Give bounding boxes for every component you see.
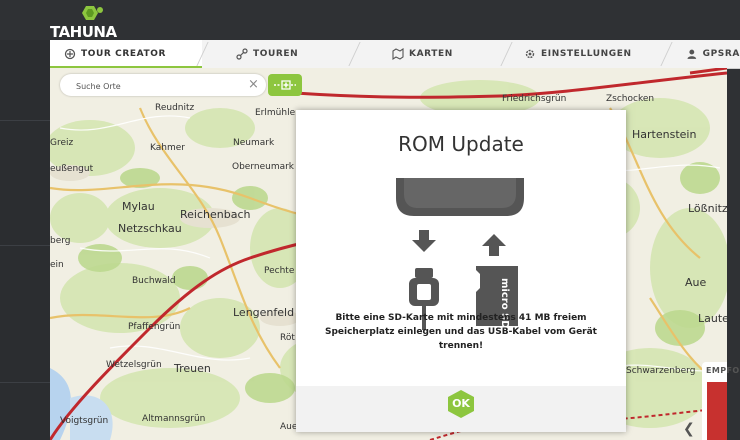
- tour-creator-icon: [64, 48, 76, 60]
- map-town-label: Erlmühle: [255, 108, 296, 118]
- map-town-label: Lauter: [698, 312, 727, 325]
- dialog-title: ROM Update: [398, 132, 524, 156]
- map-town-label: Netzschkau: [118, 222, 182, 235]
- dialog-message-line: Bitte eine SD-Karte mit mindestens 41 MB…: [335, 313, 587, 323]
- dialog-message-line: Speicherplatz einlegen und das USB-Kabel…: [324, 327, 597, 351]
- map-town-label: Neumark: [233, 138, 275, 148]
- map-town-label: Wetzelsgrün: [106, 360, 162, 370]
- map-town-label: Kahmer: [150, 143, 185, 153]
- map-town-label: ein: [50, 260, 64, 270]
- route-icon: [236, 48, 248, 60]
- arrow-down-icon: [412, 230, 436, 252]
- add-waypoint-icon: [274, 80, 296, 90]
- left-edge: [0, 40, 50, 440]
- gear-icon: [525, 49, 535, 59]
- recommendations-panel[interactable]: EMPFO: [702, 362, 739, 440]
- map-icon: [392, 48, 404, 60]
- map-town-label: Greiz: [50, 138, 74, 148]
- search-input[interactable]: [74, 77, 243, 95]
- tab-label: TOUR CREATOR: [81, 49, 167, 59]
- map-town-label: eußengut: [50, 164, 94, 174]
- map-town-label: Pfaffengrün: [128, 322, 181, 332]
- main-tabs: TOUR CREATOR TOUREN KARTEN EINSTELLUNGEN…: [50, 40, 740, 69]
- map-town-label: Pechte: [264, 266, 295, 276]
- tab-touren[interactable]: TOUREN: [236, 40, 346, 68]
- tab-label: TOUREN: [253, 49, 299, 59]
- dialog-message: Bitte eine SD-Karte mit mindestens 41 MB…: [306, 311, 616, 353]
- user-icon: [687, 49, 697, 59]
- logo-turtle-icon: [82, 6, 103, 20]
- map-town-label: Lößnitz: [688, 202, 727, 215]
- tab-label: EINSTELLUNGEN: [541, 49, 632, 59]
- panel-collapse-chevron-icon[interactable]: ❮: [683, 418, 701, 440]
- map-town-label: Hartenstein: [632, 128, 697, 141]
- ok-button[interactable]: OK: [446, 389, 476, 419]
- map-town-label: Altmannsgrün: [142, 414, 206, 424]
- map-town-label: Voigtsgrün: [60, 416, 109, 426]
- tab-label: KARTEN: [409, 49, 453, 59]
- tab-gpsra[interactable]: GPSRA: [686, 40, 740, 68]
- map-town-label: Friedrichsgrün: [502, 94, 567, 104]
- tab-label: GPSRA: [702, 49, 740, 59]
- add-waypoint-button[interactable]: [268, 74, 302, 96]
- map-town-label: Röt: [280, 333, 295, 343]
- map-town-label: Lengenfeld: [233, 306, 295, 319]
- logo-text: TAHUNA: [50, 23, 117, 41]
- ok-label: OK: [452, 397, 470, 410]
- logo[interactable]: TAHUNA: [50, 4, 120, 41]
- device-illustration: micro SD: [396, 178, 524, 330]
- map-town-label: Reudnitz: [155, 103, 195, 113]
- tab-karten[interactable]: KARTEN: [392, 40, 502, 68]
- rom-update-dialog: ROM Update micro SD Bitte eine SD-Karte …: [296, 110, 626, 432]
- map-town-label: Oberneumark: [232, 162, 295, 172]
- map-town-label: Reichenbach: [180, 208, 251, 221]
- map-town-label: Mylau: [122, 200, 155, 213]
- map-town-label: Aue: [685, 276, 707, 289]
- arrow-up-icon: [482, 234, 506, 256]
- recommendations-label: EMPFO: [706, 366, 740, 375]
- recommendation-card[interactable]: [707, 382, 727, 440]
- map-town-label: Buchwald: [132, 276, 176, 286]
- map-town-label: Treuen: [174, 362, 211, 375]
- map-town-label: Schwarzenberg: [626, 366, 696, 376]
- map-town-label: Aue: [280, 422, 298, 432]
- map-town-label: berg: [50, 236, 71, 246]
- search-box: ×: [60, 74, 266, 96]
- map-town-label: Zschocken: [606, 94, 655, 104]
- tab-einstellungen[interactable]: EINSTELLUNGEN: [524, 40, 674, 68]
- tab-tour-creator[interactable]: TOUR CREATOR: [50, 40, 202, 69]
- clear-search-icon[interactable]: ×: [248, 76, 259, 94]
